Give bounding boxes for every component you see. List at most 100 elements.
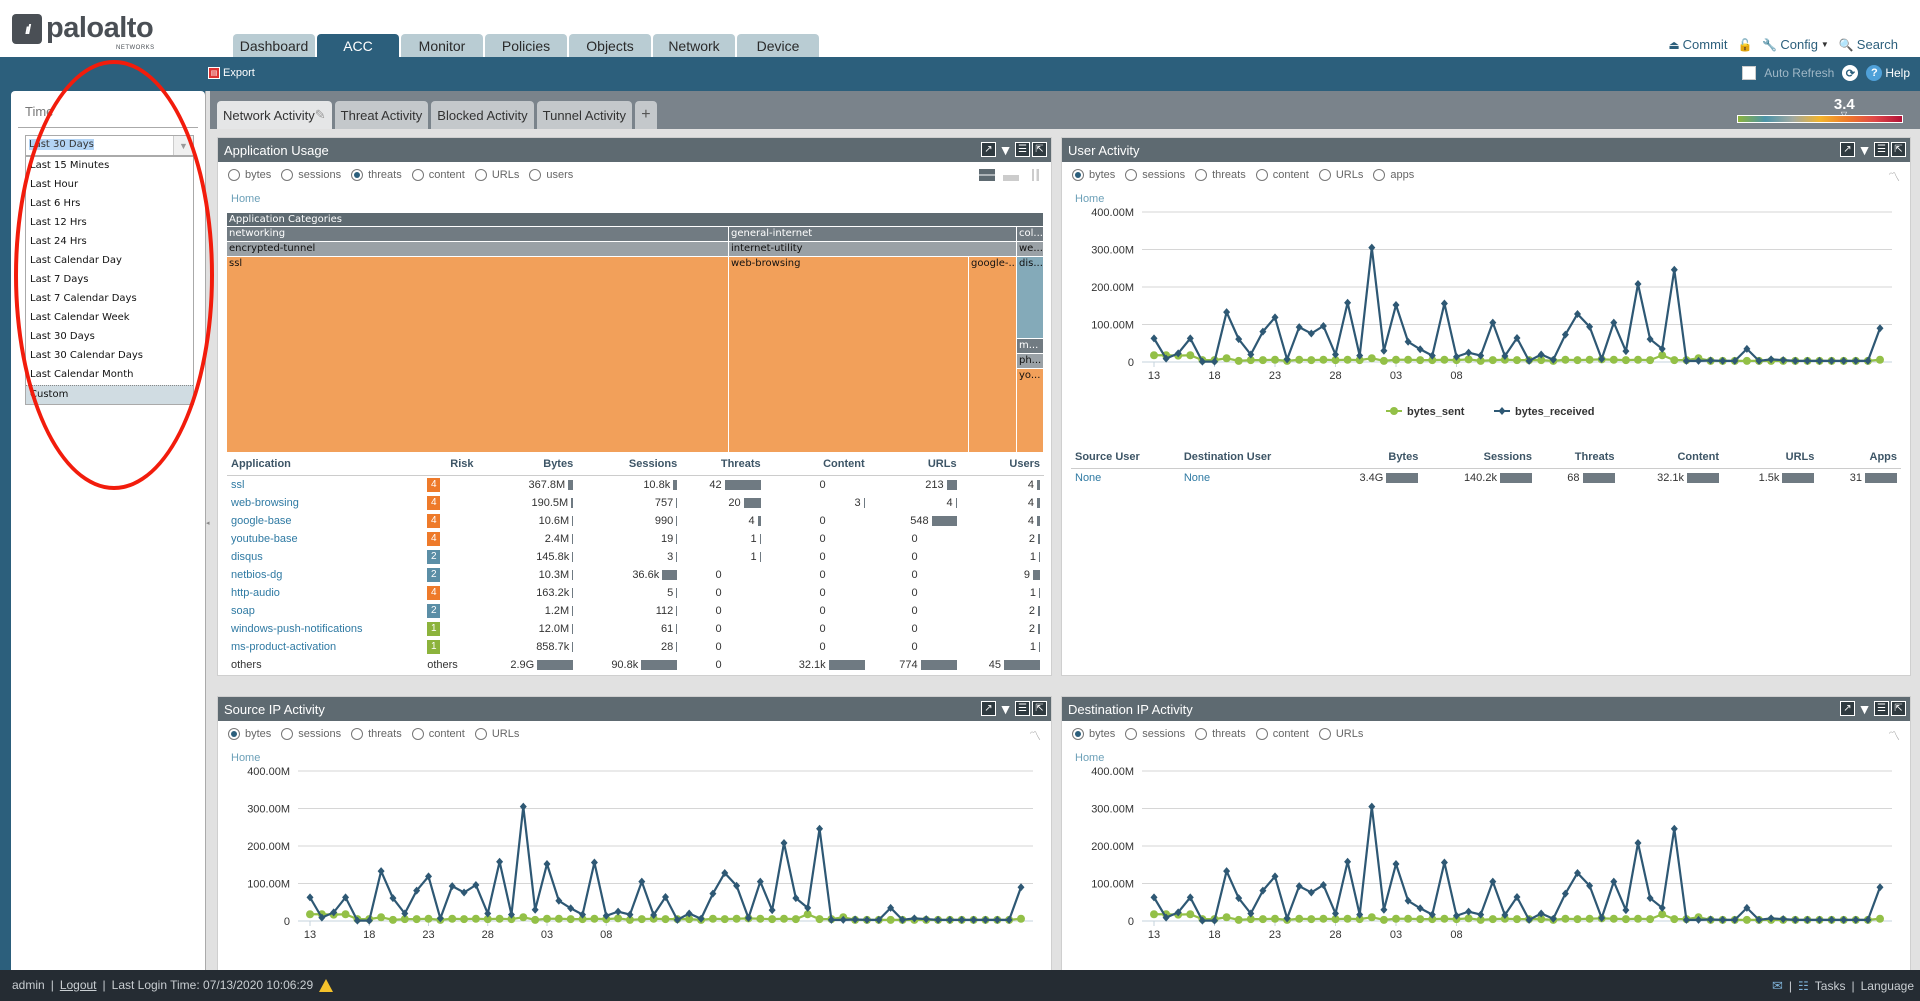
radio-threats[interactable]: threats — [1195, 169, 1246, 181]
jump-icon[interactable]: ↗ — [1840, 701, 1855, 716]
radio-button[interactable] — [281, 728, 294, 740]
radio-content[interactable]: content — [1255, 169, 1309, 181]
column-header-destination-user[interactable]: Destination User — [1179, 448, 1323, 469]
column-header-sessions[interactable]: Sessions — [1422, 448, 1536, 469]
filter-icon[interactable]: ▼ — [998, 142, 1013, 158]
column-header-bytes[interactable]: Bytes — [1322, 448, 1423, 469]
table-row[interactable]: disqus 2 145.8k 3 1 0 0 1 — [227, 548, 1044, 566]
legend-item-bytes_sent[interactable]: bytes_sent — [1386, 406, 1465, 418]
radio-urls[interactable]: URLs — [1318, 728, 1363, 740]
export-widget-icon[interactable]: ⇱ — [1032, 701, 1047, 716]
treemap-cell[interactable]: internet-utility — [729, 242, 1017, 257]
radio-button[interactable] — [1072, 169, 1084, 181]
treemap-cell[interactable]: encrypted-tunnel — [227, 242, 729, 257]
column-header-threats[interactable]: Threats — [1535, 448, 1619, 469]
list-icon[interactable]: ☰ — [1015, 701, 1030, 716]
application-name[interactable]: http-audio — [227, 584, 423, 602]
tab-network[interactable]: Network — [653, 34, 735, 57]
radio-button[interactable] — [411, 169, 424, 181]
time-option[interactable]: Last Calendar Month — [26, 366, 193, 385]
auto-refresh-checkbox[interactable] — [1742, 66, 1757, 80]
radio-urls[interactable]: URLs — [1318, 169, 1363, 181]
filter-icon[interactable]: ▼ — [998, 701, 1013, 717]
line-chart-icon[interactable]: 〽 — [1029, 727, 1041, 744]
radio-urls[interactable]: URLs — [474, 169, 519, 181]
table-row[interactable]: soap 2 1.2M 112 0 0 0 2 — [227, 602, 1044, 620]
radio-button[interactable] — [228, 169, 240, 181]
source-user[interactable]: None — [1071, 469, 1180, 487]
list-icon[interactable]: ☰ — [1015, 142, 1030, 157]
column-header-apps[interactable]: Apps — [1818, 448, 1901, 469]
treemap-cell[interactable]: m... — [1017, 339, 1044, 354]
time-option[interactable]: Last 12 Hrs — [26, 214, 193, 233]
tab-policies[interactable]: Policies — [485, 34, 567, 57]
radio-threats[interactable]: threats — [351, 728, 402, 740]
radio-bytes[interactable]: bytes — [228, 728, 271, 740]
radio-button[interactable] — [1072, 728, 1084, 740]
chevron-down-icon[interactable]: ▼ — [173, 136, 193, 155]
radio-button[interactable] — [1318, 728, 1331, 740]
treemap-cell[interactable]: general-internet — [729, 227, 1017, 242]
treemap-cell[interactable]: we... — [1017, 242, 1044, 257]
time-option[interactable]: Custom — [26, 385, 193, 404]
logout-link[interactable]: Logout — [60, 978, 97, 992]
area-chart-icon[interactable] — [1003, 169, 1019, 181]
radio-button[interactable] — [228, 728, 240, 740]
time-option[interactable]: Last 15 Minutes — [26, 157, 193, 176]
subtab-network-activity[interactable]: Network Activity ✎ — [217, 101, 332, 129]
column-header-urls[interactable]: URLs — [1723, 448, 1819, 469]
radio-sessions[interactable]: sessions — [281, 169, 341, 181]
time-select-value[interactable]: Last 30 Days — [26, 136, 173, 155]
tab-acc[interactable]: ACC — [317, 34, 399, 57]
treemap-cell[interactable]: yo... — [1017, 369, 1044, 453]
radio-button[interactable] — [411, 728, 424, 740]
time-option[interactable]: Last Hour — [26, 176, 193, 195]
radio-bytes[interactable]: bytes — [1072, 169, 1115, 181]
home-breadcrumb[interactable]: Home — [231, 193, 260, 205]
application-name[interactable]: disqus — [227, 548, 423, 566]
radio-content[interactable]: content — [411, 169, 465, 181]
lock-button[interactable]: 🔓 — [1737, 39, 1752, 51]
tab-monitor[interactable]: Monitor — [401, 34, 483, 57]
column-header-bytes[interactable]: Bytes — [477, 455, 578, 476]
help-button[interactable]: ? Help — [1866, 65, 1910, 81]
application-name[interactable]: netbios-dg — [227, 566, 423, 584]
subtab-tunnel-activity[interactable]: Tunnel Activity — [536, 101, 632, 129]
time-option[interactable]: Last 7 Days — [26, 271, 193, 290]
column-header-application[interactable]: Application — [227, 455, 424, 476]
radio-button[interactable] — [474, 169, 487, 181]
radio-users[interactable]: users — [529, 169, 573, 181]
table-row[interactable]: ms-product-activation 1 858.7k 28 0 0 0 1 — [227, 638, 1044, 656]
column-header-content[interactable]: Content — [1618, 448, 1724, 469]
subtab-blocked-activity[interactable]: Blocked Activity — [431, 101, 534, 129]
export-widget-icon[interactable]: ⇱ — [1891, 701, 1906, 716]
table-row[interactable]: netbios-dg 2 10.3M 36.6k 0 0 0 9 — [227, 566, 1044, 584]
radio-bytes[interactable]: bytes — [228, 169, 271, 181]
destination-user[interactable]: None — [1180, 469, 1323, 487]
radio-button[interactable] — [1125, 169, 1138, 181]
radio-sessions[interactable]: sessions — [1125, 169, 1185, 181]
application-name[interactable]: ms-product-activation — [227, 638, 423, 656]
list-icon[interactable]: ☰ — [1874, 701, 1889, 716]
filter-icon[interactable]: ▼ — [1857, 142, 1872, 158]
refresh-icon[interactable]: ⟳ — [1842, 65, 1859, 81]
table-row[interactable]: web-browsing 4 190.5M 757 20 3 4 4 — [227, 494, 1044, 512]
search-button[interactable]: 🔍 Search — [1839, 37, 1898, 52]
application-name[interactable]: ssl — [227, 476, 423, 495]
treemap-cell[interactable]: networking — [227, 227, 729, 242]
treemap-cell[interactable]: ph... — [1017, 354, 1044, 369]
column-header-sessions[interactable]: Sessions — [577, 455, 682, 476]
line-chart-icon[interactable]: 〽 — [1888, 168, 1900, 185]
tab-dashboard[interactable]: Dashboard — [233, 34, 315, 57]
application-name[interactable]: youtube-base — [227, 530, 423, 548]
radio-button[interactable] — [474, 728, 487, 740]
time-option[interactable]: Last 6 Hrs — [26, 195, 193, 214]
radio-button[interactable] — [351, 169, 364, 181]
treemap-cell[interactable]: col... — [1017, 227, 1044, 242]
column-header-users[interactable]: Users — [960, 455, 1044, 476]
time-select[interactable]: Last 30 Days ▼ — [25, 135, 194, 156]
radio-threats[interactable]: threats — [351, 169, 402, 181]
add-tab-button[interactable]: + — [634, 101, 657, 129]
radio-button[interactable] — [1255, 728, 1268, 740]
time-option[interactable]: Last Calendar Week — [26, 309, 193, 328]
